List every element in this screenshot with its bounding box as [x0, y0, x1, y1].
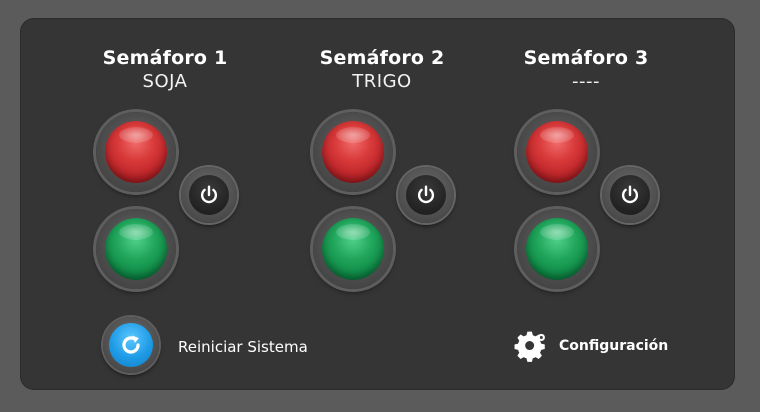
power-icon: [621, 185, 639, 204]
refresh-icon: [122, 335, 140, 354]
reset-system-button[interactable]: [103, 317, 159, 373]
semaforo-3-power-button[interactable]: [602, 167, 658, 223]
semaforo-3-green-light[interactable]: [517, 209, 597, 289]
red-light-icon: [105, 121, 167, 183]
semaforo-1-green-light[interactable]: [96, 209, 176, 289]
semaforo-3-red-light[interactable]: [517, 112, 597, 192]
configuration-label: Configuración: [559, 338, 669, 354]
semaforo-2-green-light[interactable]: [313, 209, 393, 289]
power-icon: [200, 185, 218, 204]
semaforo-1-title: Semáforo 1: [102, 47, 228, 69]
semaforo-1: Semáforo 1 SOJA: [45, 18, 285, 318]
control-panel: Semáforo 1 SOJA Semáforo 2 TRIGO Semáfor…: [20, 18, 735, 390]
semaforo-3-crop: ----: [572, 71, 600, 92]
green-light-icon: [105, 218, 167, 280]
semaforo-1-red-light[interactable]: [96, 112, 176, 192]
semaforo-2-red-light[interactable]: [313, 112, 393, 192]
red-light-icon: [526, 121, 588, 183]
configuration-button[interactable]: Configuración: [513, 328, 668, 364]
green-light-icon: [322, 218, 384, 280]
power-icon: [417, 185, 435, 204]
semaforo-1-power-button[interactable]: [181, 167, 237, 223]
semaforo-3: Semáforo 3 ----: [466, 18, 706, 318]
green-light-icon: [526, 218, 588, 280]
semaforo-2-power-button[interactable]: [398, 167, 454, 223]
gear-icon: [514, 331, 545, 362]
reset-system-label[interactable]: Reiniciar Sistema: [178, 338, 308, 356]
semaforo-1-crop: SOJA: [142, 71, 188, 92]
semaforo-3-title: Semáforo 3: [523, 47, 649, 69]
red-light-icon: [322, 121, 384, 183]
